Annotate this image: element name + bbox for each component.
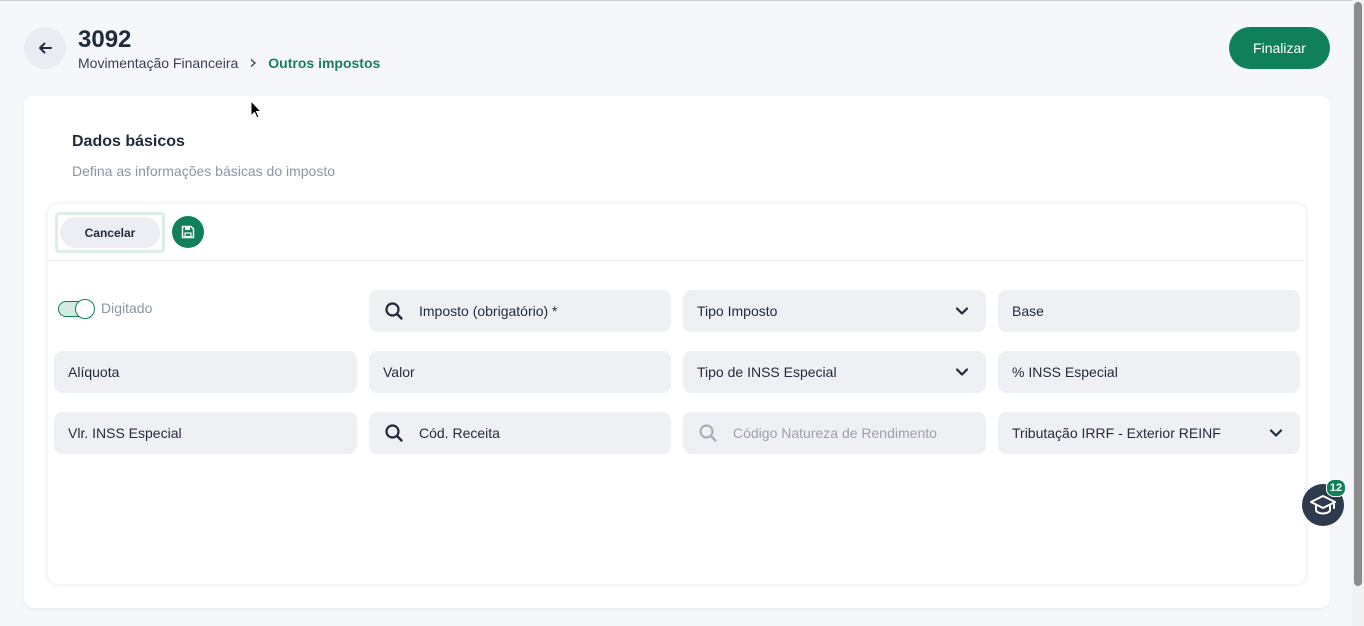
- search-icon: [383, 300, 405, 322]
- back-button[interactable]: [24, 27, 66, 69]
- vlr-inss-especial-field[interactable]: Vlr. INSS Especial: [54, 412, 357, 454]
- toolbar-divider: [48, 260, 1306, 261]
- search-icon: [697, 422, 719, 444]
- vlr-inss-especial-label: Vlr. INSS Especial: [68, 425, 182, 441]
- codigo-natureza-label: Código Natureza de Rendimento: [733, 425, 937, 441]
- cod-receita-field[interactable]: Cód. Receita: [369, 412, 671, 454]
- save-icon: [181, 225, 195, 239]
- cod-receita-label: Cód. Receita: [419, 425, 500, 441]
- arrow-left-icon: [39, 42, 52, 54]
- digitado-label: Digitado: [101, 300, 153, 316]
- tipo-imposto-label: Tipo Imposto: [697, 303, 778, 319]
- breadcrumb-item-movimentacao[interactable]: Movimentação Financeira: [78, 55, 238, 71]
- tributacao-irrf-label: Tributação IRRF - Exterior REINF: [1012, 425, 1221, 441]
- toggle-knob: [75, 299, 95, 319]
- section-subtitle: Defina as informações básicas do imposto: [72, 163, 336, 179]
- imposto-field[interactable]: Imposto (obrigatório) *: [369, 290, 671, 332]
- digitado-toggle[interactable]: [58, 299, 96, 319]
- perc-inss-especial-field[interactable]: % INSS Especial: [998, 351, 1300, 393]
- valor-label: Valor: [383, 364, 415, 380]
- window-top-border: [0, 0, 1364, 1]
- chevron-down-icon: [955, 307, 969, 315]
- aliquota-field[interactable]: Alíquota: [54, 351, 357, 393]
- chevron-down-icon: [955, 368, 969, 376]
- imposto-label: Imposto (obrigatório) *: [419, 303, 558, 319]
- scrollbar-track[interactable]: [1352, 0, 1364, 626]
- mouse-cursor-icon: [250, 100, 262, 119]
- base-field[interactable]: Base: [998, 290, 1300, 332]
- scrollbar-thumb[interactable]: [1354, 2, 1362, 586]
- cancel-button[interactable]: Cancelar: [60, 217, 160, 248]
- tipo-inss-especial-select[interactable]: Tipo de INSS Especial: [683, 351, 986, 393]
- valor-field[interactable]: Valor: [369, 351, 671, 393]
- breadcrumb: Movimentação Financeira Outros impostos: [78, 55, 380, 71]
- notification-badge: 12: [1326, 479, 1346, 497]
- save-button[interactable]: [172, 216, 204, 248]
- page-title: 3092: [78, 26, 132, 53]
- cancel-button-focus-ring: Cancelar: [55, 212, 165, 253]
- finalizar-button[interactable]: Finalizar: [1229, 27, 1330, 69]
- section-title: Dados básicos: [72, 133, 185, 150]
- perc-inss-especial-label: % INSS Especial: [1012, 364, 1118, 380]
- breadcrumb-item-outros-impostos: Outros impostos: [268, 55, 381, 71]
- search-icon: [383, 422, 405, 444]
- chevron-right-icon: [248, 58, 258, 68]
- form-card: [48, 204, 1306, 584]
- tributacao-irrf-select[interactable]: Tributação IRRF - Exterior REINF: [998, 412, 1300, 454]
- tipo-imposto-select[interactable]: Tipo Imposto: [683, 290, 986, 332]
- base-label: Base: [1012, 303, 1044, 319]
- aliquota-label: Alíquota: [68, 364, 120, 380]
- chevron-down-icon: [1269, 429, 1283, 437]
- codigo-natureza-field: Código Natureza de Rendimento: [683, 412, 986, 454]
- tipo-inss-especial-label: Tipo de INSS Especial: [697, 364, 837, 380]
